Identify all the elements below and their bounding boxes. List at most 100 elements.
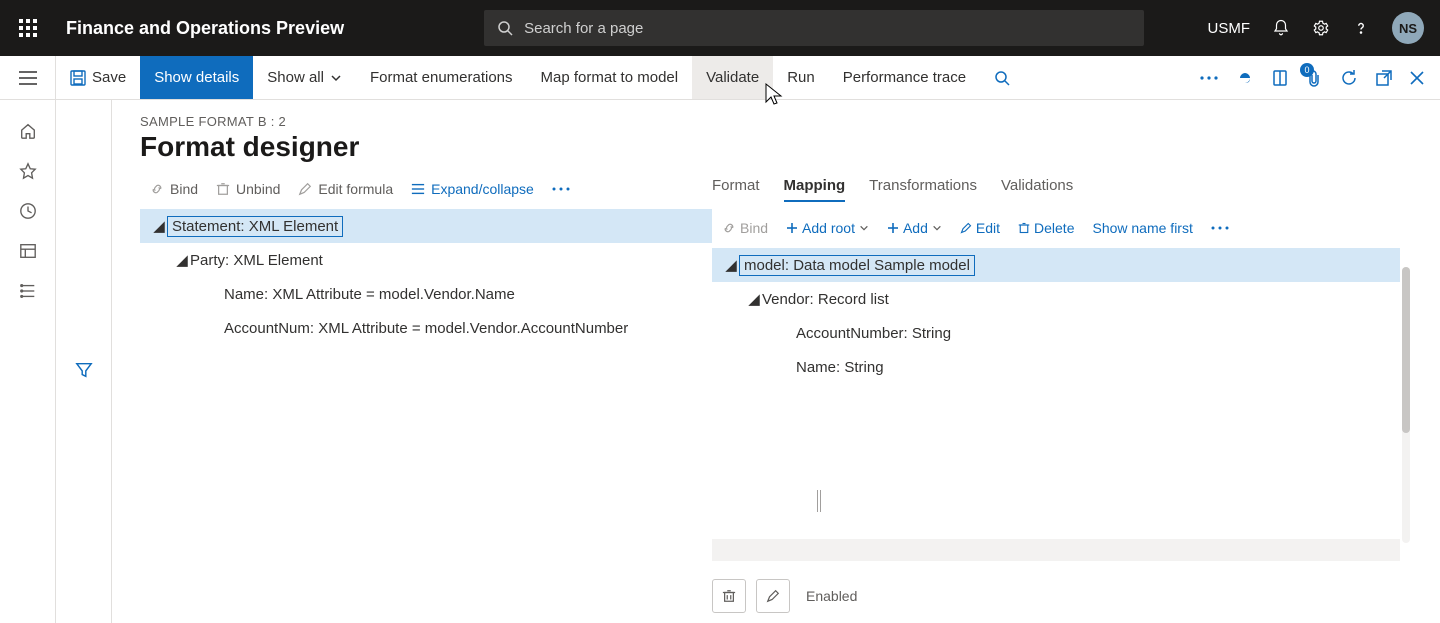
- map-format-to-model-button[interactable]: Map format to model: [527, 56, 693, 99]
- right-toolbar: Bind Add root Add Edit: [712, 212, 1400, 244]
- attachments-icon[interactable]: 0: [1306, 69, 1322, 87]
- edit-button[interactable]: Edit: [960, 220, 1000, 236]
- show-all-button[interactable]: Show all: [253, 56, 356, 99]
- plus-icon: [786, 222, 798, 234]
- pencil-icon: [766, 589, 780, 603]
- tree-node-party[interactable]: ◢ Party: XML Element: [140, 243, 712, 277]
- edit-footer-button[interactable]: [756, 579, 790, 613]
- splitter-handle[interactable]: [817, 490, 823, 512]
- enabled-label: Enabled: [806, 588, 857, 604]
- add-button[interactable]: Add: [887, 220, 942, 236]
- save-label: Save: [92, 69, 126, 86]
- performance-trace-button[interactable]: Performance trace: [829, 56, 980, 99]
- favorites-icon[interactable]: [19, 162, 37, 180]
- filter-panel: [56, 100, 112, 623]
- refresh-icon[interactable]: [1340, 69, 1358, 87]
- list-icon: [411, 182, 425, 196]
- edit-formula-button[interactable]: Edit formula: [298, 181, 393, 197]
- footer-controls: Enabled: [712, 579, 857, 613]
- app-title: Finance and Operations Preview: [56, 18, 354, 39]
- help-icon[interactable]: [1352, 19, 1370, 37]
- search-cmd-icon[interactable]: [980, 56, 1024, 99]
- tree-node-vendor-name[interactable]: Name: String: [712, 350, 1400, 384]
- right-tabs: Format Mapping Transformations Validatio…: [712, 177, 1400, 212]
- unbind-button[interactable]: Unbind: [216, 181, 280, 197]
- run-button[interactable]: Run: [773, 56, 829, 99]
- main: SAMPLE FORMAT B : 2 Format designer Bind…: [112, 100, 1440, 623]
- format-structure-panel: Bind Unbind Edit formula Expand/collapse: [140, 177, 712, 623]
- caret-down-icon[interactable]: ◢: [746, 290, 762, 308]
- link-icon: [150, 182, 164, 196]
- validate-button[interactable]: Validate: [692, 56, 773, 99]
- tree-node-name[interactable]: Name: XML Attribute = model.Vendor.Name: [140, 277, 712, 311]
- caret-down-icon[interactable]: ◢: [174, 251, 190, 269]
- expand-collapse-button[interactable]: Expand/collapse: [411, 181, 534, 197]
- bind-button-right[interactable]: Bind: [722, 220, 768, 236]
- page-title: Format designer: [140, 131, 1440, 163]
- company-label[interactable]: USMF: [1208, 20, 1251, 37]
- tab-transformations[interactable]: Transformations: [869, 177, 977, 202]
- search-wrap: [484, 10, 1144, 46]
- close-icon[interactable]: [1410, 71, 1424, 85]
- tree-node-model[interactable]: ◢ model: Data model Sample model: [712, 248, 1400, 282]
- tree-node-statement[interactable]: ◢ Statement: XML Element: [140, 209, 712, 243]
- search-box[interactable]: [484, 10, 1144, 46]
- scrollbar[interactable]: [1402, 267, 1410, 543]
- trash-icon: [722, 588, 736, 604]
- tree-node-accountnumber[interactable]: AccountNumber: String: [712, 316, 1400, 350]
- chevron-down-icon: [932, 223, 942, 233]
- trash-icon: [1018, 221, 1030, 235]
- settings-icon[interactable]: [1312, 19, 1330, 37]
- tree-node-accountnum[interactable]: AccountNum: XML Attribute = model.Vendor…: [140, 311, 712, 345]
- popout-icon[interactable]: [1376, 70, 1392, 86]
- search-icon: [496, 20, 514, 36]
- left-rail: [0, 100, 56, 623]
- tab-mapping[interactable]: Mapping: [784, 177, 846, 202]
- delete-footer-button[interactable]: [712, 579, 746, 613]
- mapping-panel: Format Mapping Transformations Validatio…: [712, 177, 1440, 623]
- delete-button[interactable]: Delete: [1018, 220, 1074, 236]
- format-tree[interactable]: ◢ Statement: XML Element ◢ Party: XML El…: [140, 209, 712, 345]
- save-button[interactable]: Save: [56, 56, 140, 99]
- nav-toggle-icon[interactable]: [0, 56, 56, 99]
- pencil-icon: [960, 222, 972, 234]
- left-overflow-icon[interactable]: [552, 187, 570, 191]
- mapping-tree[interactable]: ◢ model: Data model Sample model ◢ Vendo…: [712, 248, 1400, 384]
- pencil-icon: [298, 182, 312, 196]
- chevron-down-icon: [859, 223, 869, 233]
- show-name-first-button[interactable]: Show name first: [1092, 220, 1192, 236]
- appbar-right: USMF NS: [1192, 0, 1440, 56]
- link-icon: [722, 221, 736, 235]
- app-launcher-icon[interactable]: [0, 0, 56, 56]
- dataverse-icon[interactable]: [1236, 69, 1254, 87]
- filter-icon[interactable]: [75, 116, 93, 623]
- attachments-badge: 0: [1300, 63, 1314, 77]
- trash-icon: [216, 182, 230, 196]
- modules-icon[interactable]: [19, 282, 37, 300]
- right-overflow-icon[interactable]: [1211, 226, 1229, 230]
- save-icon: [70, 70, 86, 86]
- breadcrumb: SAMPLE FORMAT B : 2: [140, 114, 1440, 129]
- caret-down-icon[interactable]: ◢: [151, 217, 167, 235]
- home-icon[interactable]: [19, 122, 37, 140]
- tree-node-vendor[interactable]: ◢ Vendor: Record list: [712, 282, 1400, 316]
- notifications-icon[interactable]: [1272, 19, 1290, 37]
- overflow-icon[interactable]: [1200, 76, 1218, 80]
- workspaces-icon[interactable]: [19, 242, 37, 260]
- plus-icon: [887, 222, 899, 234]
- format-enumerations-button[interactable]: Format enumerations: [356, 56, 527, 99]
- office-icon[interactable]: [1272, 69, 1288, 87]
- command-bar: Save Show details Show all Format enumer…: [0, 56, 1440, 100]
- tab-validations[interactable]: Validations: [1001, 177, 1073, 202]
- caret-down-icon[interactable]: ◢: [723, 256, 739, 274]
- tab-format[interactable]: Format: [712, 177, 760, 202]
- add-root-button[interactable]: Add root: [786, 220, 869, 236]
- app-bar: Finance and Operations Preview USMF NS: [0, 0, 1440, 56]
- bind-button[interactable]: Bind: [150, 181, 198, 197]
- chevron-down-icon: [330, 72, 342, 84]
- user-avatar[interactable]: NS: [1392, 12, 1424, 44]
- search-input[interactable]: [524, 20, 1132, 37]
- left-toolbar: Bind Unbind Edit formula Expand/collapse: [140, 177, 712, 209]
- recent-icon[interactable]: [19, 202, 37, 220]
- show-details-button[interactable]: Show details: [140, 56, 253, 99]
